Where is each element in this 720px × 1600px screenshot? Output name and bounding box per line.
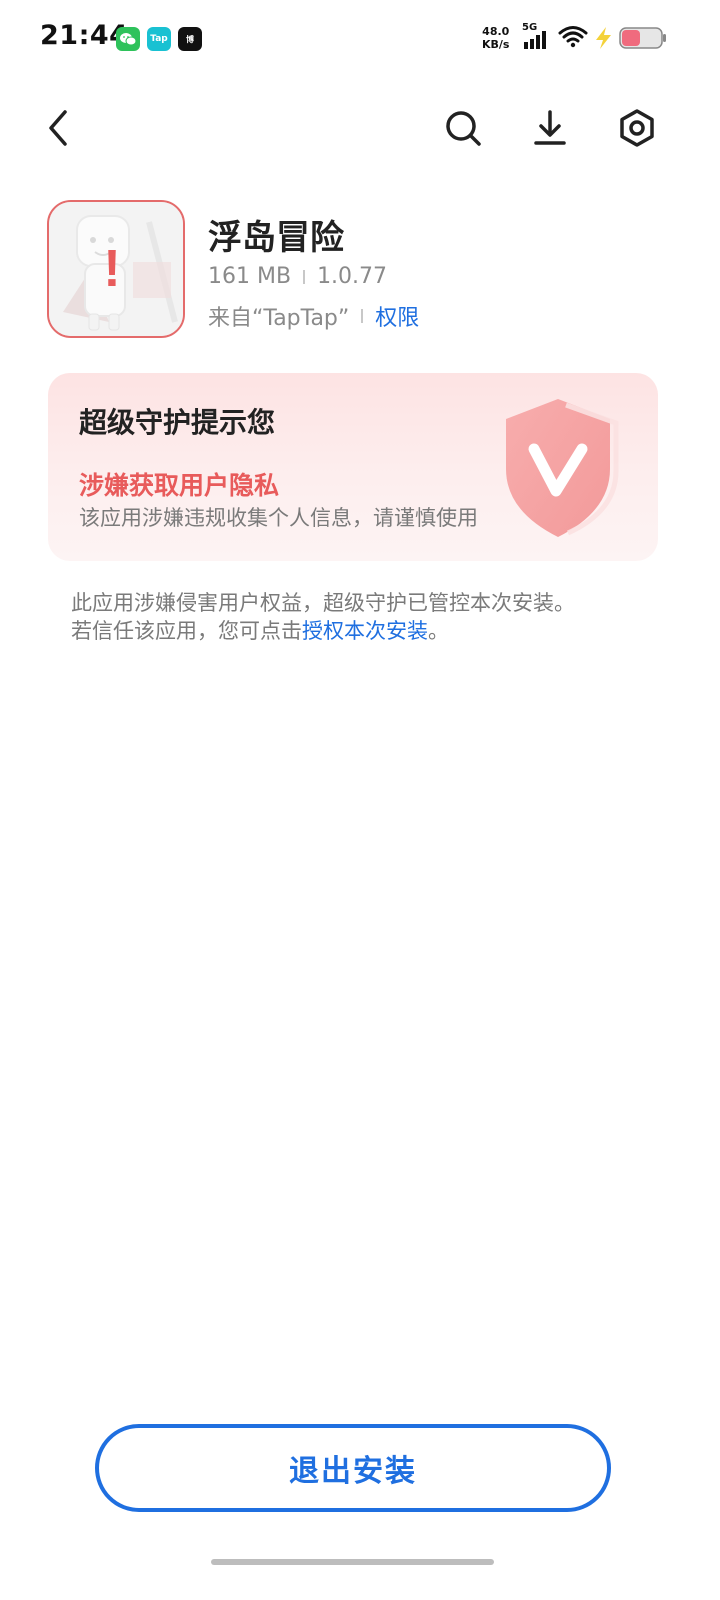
exit-install-button[interactable]: 退出安装: [95, 1424, 611, 1512]
notice-line-2-suffix: 。: [428, 619, 449, 643]
app-name: 浮岛冒险: [208, 218, 344, 258]
security-warning-card: 超级守护提示您 涉嫌获取用户隐私 该应用涉嫌违规收集个人信息，请谨慎使用: [48, 373, 658, 561]
warning-title: 超级守护提示您: [79, 406, 276, 439]
app-size: 161 MB: [208, 264, 292, 289]
warning-description: 该应用涉嫌违规收集个人信息，请谨慎使用: [79, 506, 478, 530]
back-button[interactable]: [34, 104, 82, 152]
app-source-row: 来自“TapTap” 权限: [208, 300, 419, 332]
network-speed: 48.0 KB/s: [482, 25, 509, 51]
app-badge-text: 博: [186, 34, 194, 44]
app-version: 1.0.77: [317, 264, 388, 289]
search-button[interactable]: [439, 104, 487, 152]
source-separator: [361, 309, 364, 323]
download-icon: [534, 110, 566, 145]
taptap-badge-text: Tap: [150, 34, 168, 44]
notice-line-1: 此应用涉嫌侵害用户权益，超级守护已管控本次安装。: [71, 591, 575, 615]
authorize-install-link[interactable]: 授权本次安装: [302, 619, 428, 643]
notice-line-2: 若信任该应用，您可点击授权本次安装。: [71, 617, 651, 645]
meta-separator: [303, 269, 306, 284]
download-button[interactable]: [526, 104, 574, 152]
alert-mark: !: [103, 240, 121, 298]
notice-line-2-prefix: 若信任该应用，您可点击: [71, 619, 302, 643]
app-icon: !: [47, 200, 185, 338]
search-icon: [446, 111, 481, 146]
alert-mark-wrap: !: [49, 202, 183, 336]
permissions-link[interactable]: 权限: [375, 300, 419, 332]
shield-icon: [506, 399, 619, 537]
back-arrow-icon: [49, 110, 67, 146]
network-speed-value: 48.0: [482, 25, 510, 38]
network-speed-unit: KB/s: [482, 38, 510, 51]
settings-button[interactable]: [613, 104, 661, 152]
charging-bolt-icon: [592, 26, 614, 50]
taptap-notification-icon: Tap: [147, 27, 171, 51]
home-indicator[interactable]: [211, 1559, 494, 1565]
status-bar: 21:44 Tap 博 48.0 KB/s 5G: [0, 0, 720, 76]
signal-icon: 5G: [522, 22, 552, 50]
wechat-notification-icon: [116, 27, 140, 51]
wifi-icon: [558, 24, 588, 50]
install-notice: 此应用涉嫌侵害用户权益，超级守护已管控本次安装。 若信任该应用，您可点击授权本次…: [71, 589, 651, 645]
app-notification-icon: 博: [178, 27, 202, 51]
settings-hexagon-icon: [620, 109, 654, 147]
app-meta: 161 MB 1.0.77: [208, 264, 387, 289]
battery-icon: [619, 27, 667, 49]
app-source: 来自“TapTap”: [208, 306, 350, 331]
warning-reason: 涉嫌获取用户隐私: [79, 471, 280, 500]
